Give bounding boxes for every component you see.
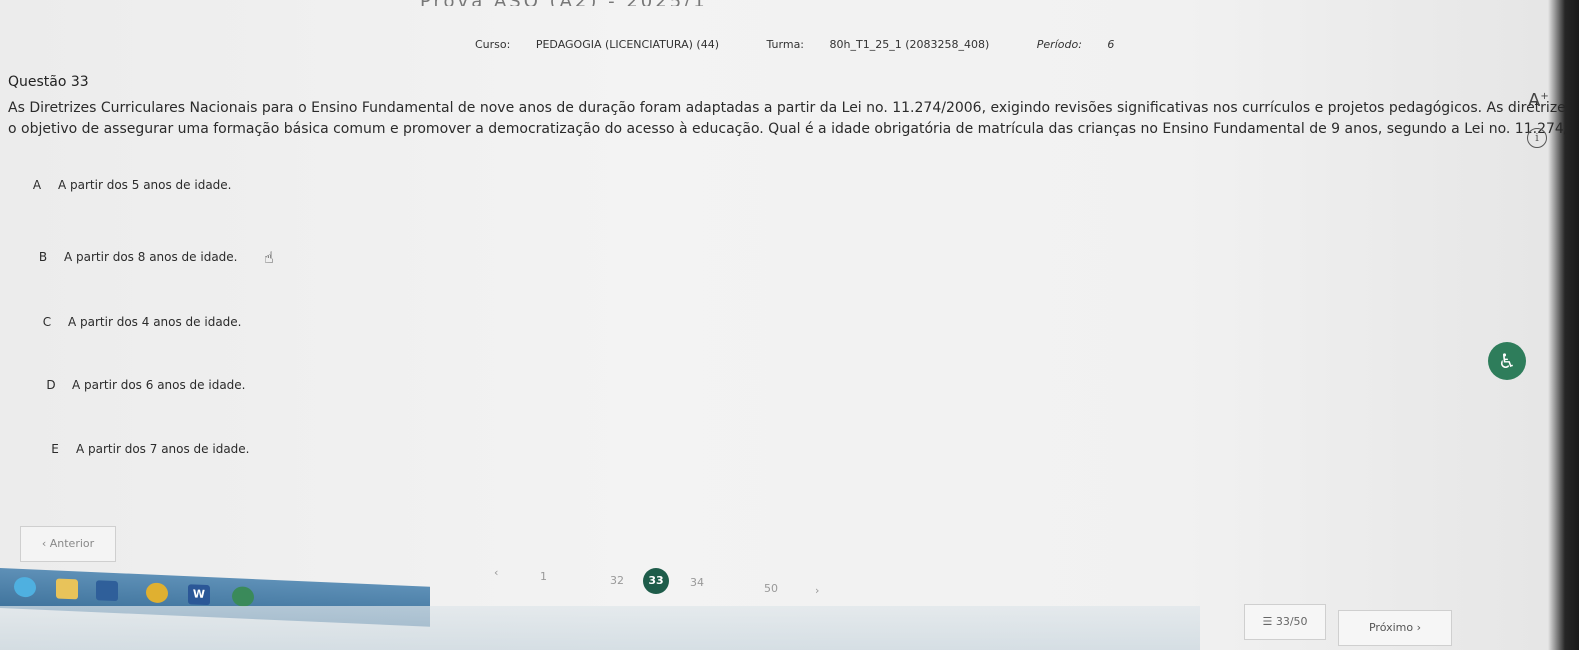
option-b[interactable]: B A partir dos 8 anos de idade. (28, 250, 238, 264)
folder-icon[interactable] (56, 578, 78, 600)
option-letter: B (38, 250, 48, 264)
option-text: A partir dos 7 anos de idade. (76, 442, 250, 456)
hand-pointer-icon: ☝ (264, 248, 274, 267)
class-meta: Turma: 80h_T1_25_1 (2083258_408) (766, 38, 990, 51)
font-size-icon: A (1528, 90, 1541, 111)
option-text: A partir dos 5 anos de idade. (58, 178, 232, 192)
option-letter: E (51, 442, 59, 456)
option-text: A partir dos 6 anos de idade. (72, 378, 246, 392)
question-counter-button[interactable]: ☰ 33/50 (1244, 604, 1326, 640)
question-text-line-2: o objetivo de assegurar uma formação bás… (8, 121, 1579, 137)
question-title: Questão 33 (8, 74, 89, 90)
info-icon[interactable]: i (1527, 128, 1547, 148)
media-icon[interactable] (96, 580, 118, 602)
screen-edge (1548, 0, 1579, 650)
page-33-current[interactable]: 33 (643, 568, 669, 594)
option-d[interactable]: D A partir dos 6 anos de idade. (36, 378, 246, 392)
exam-page: Prova ASO (A2) - 2025/1 Curso: PEDAGOGIA… (0, 0, 1579, 650)
course-info: Curso: PEDAGOGIA (LICENCIATURA) (44) Tur… (475, 38, 1158, 51)
option-c[interactable]: C A partir dos 4 anos de idade. (32, 315, 242, 329)
next-button[interactable]: Próximo › (1338, 610, 1452, 646)
page-32[interactable]: 32 (610, 574, 624, 587)
question-text-line-1: As Diretrizes Curriculares Nacionais par… (8, 100, 1579, 116)
app-icon[interactable] (232, 586, 254, 608)
course-meta: Curso: PEDAGOGIA (LICENCIATURA) (44) (475, 38, 719, 51)
option-text: A partir dos 8 anos de idade. (64, 250, 238, 264)
question-text: As Diretrizes Curriculares Nacionais par… (8, 98, 1579, 140)
word-icon[interactable]: W (188, 584, 210, 606)
option-letter: C (42, 315, 52, 329)
option-a[interactable]: A A partir dos 5 anos de idade. (22, 178, 232, 192)
header-top-partial: Prova ASO (A2) - 2025/1 (420, 0, 840, 6)
previous-button[interactable]: ‹ Anterior (20, 526, 116, 562)
period-meta: Período: 6 (1036, 38, 1115, 51)
page-50[interactable]: 50 (764, 582, 778, 595)
bottom-band (0, 606, 1200, 650)
option-letter: A (32, 178, 42, 192)
option-e[interactable]: E A partir dos 7 anos de idade. (40, 442, 250, 456)
accessibility-icon[interactable]: ♿ (1488, 342, 1526, 380)
chrome-icon[interactable] (146, 582, 168, 604)
page-1[interactable]: 1 (540, 570, 547, 583)
pager-next[interactable]: › (815, 584, 819, 597)
option-text: A partir dos 4 anos de idade. (68, 315, 242, 329)
font-size-button[interactable]: A+ (1528, 90, 1549, 111)
start-icon[interactable] (14, 576, 36, 598)
option-letter: D (46, 378, 56, 392)
page-34[interactable]: 34 (690, 576, 704, 589)
pager-prev[interactable]: ‹ (494, 566, 498, 579)
